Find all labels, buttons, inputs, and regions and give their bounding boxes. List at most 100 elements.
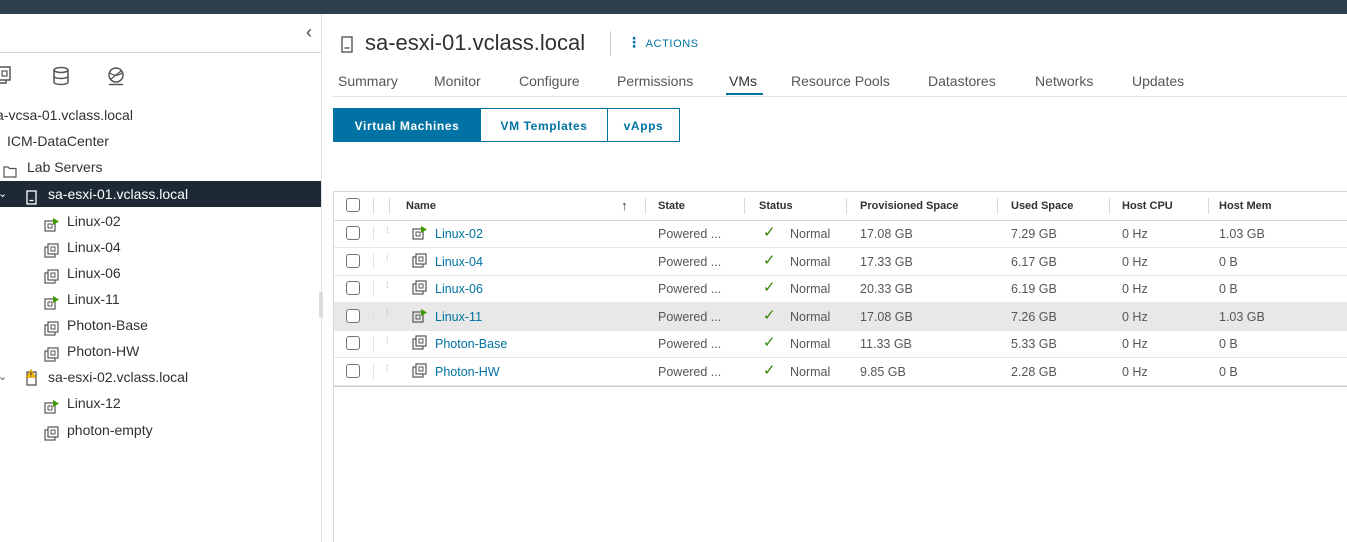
tree-item-vm[interactable]: Linux-02	[0, 208, 321, 234]
tree-item-sa-esxi-01[interactable]: ⌄ sa-esxi-01.vclass.local	[0, 181, 321, 207]
vm-provisioned-space: 20.33 GB	[860, 282, 913, 296]
tab-configure[interactable]: Configure	[519, 70, 580, 92]
tree-item-vm[interactable]: Linux-11	[0, 286, 321, 312]
tab-updates[interactable]: Updates	[1132, 70, 1184, 92]
vm-state: Powered ...	[658, 365, 722, 379]
tab-datastores[interactable]: Datastores	[928, 70, 996, 92]
drag-handle-icon[interactable]: ⁞	[386, 363, 388, 373]
sort-ascending-icon[interactable]: ↑	[621, 198, 628, 213]
column-separator	[373, 254, 374, 269]
tab-vms[interactable]: VMs	[729, 70, 757, 92]
tree-item-label: photon-empty	[67, 422, 153, 438]
vm-status: Normal	[790, 365, 831, 379]
tree-item-label: Lab Servers	[27, 159, 103, 175]
row-checkbox[interactable]	[346, 226, 360, 240]
column-separator	[373, 309, 374, 324]
drag-handle-icon[interactable]: ⁞	[386, 225, 388, 235]
chevron-down-icon[interactable]: ⌄	[0, 364, 7, 390]
row-checkbox[interactable]	[346, 309, 360, 323]
tab-summary[interactable]: Summary	[338, 70, 398, 92]
segment-virtual-machines[interactable]: Virtual Machines	[333, 108, 481, 142]
vm-name-link[interactable]: Photon-Base	[435, 337, 507, 351]
vm-used-space: 6.19 GB	[1011, 282, 1057, 296]
tree-item-vcenter[interactable]: a-vcsa-01.vclass.local	[0, 102, 321, 128]
vm-host-cpu: 0 Hz	[1122, 227, 1148, 241]
tab-resource-pools[interactable]: Resource Pools	[791, 70, 890, 92]
tree-item-vm[interactable]: Linux-06	[0, 260, 321, 286]
table-row[interactable]: ⁞ Linux-04 Powered ... ✓ Normal 17.33 GB…	[334, 248, 1347, 276]
tree-item-label: sa-esxi-01.vclass.local	[48, 186, 189, 202]
grid-header: Name ↑ State Status Provisioned Space Us…	[334, 192, 1347, 221]
column-resizer[interactable]	[846, 198, 847, 214]
table-row[interactable]: ⁞ Linux-11 Powered ... ✓ Normal 17.08 GB…	[334, 303, 1347, 331]
collapse-navigator-icon[interactable]: ‹	[306, 22, 312, 42]
column-resizer[interactable]	[1109, 198, 1110, 214]
row-checkbox[interactable]	[346, 336, 360, 350]
vm-name-link[interactable]: Linux-04	[435, 255, 483, 269]
vm-used-space: 6.17 GB	[1011, 255, 1057, 269]
drag-handle-icon[interactable]: ⁞	[386, 308, 388, 318]
tree-item-sa-esxi-02[interactable]: ⌄ sa-esxi-02.vclass.local	[0, 364, 321, 390]
column-header-name[interactable]: Name	[406, 200, 436, 212]
column-resizer[interactable]	[1208, 198, 1209, 214]
vm-state: Powered ...	[658, 227, 722, 241]
row-checkbox[interactable]	[346, 281, 360, 295]
segment-vm-templates[interactable]: VM Templates	[480, 108, 608, 142]
row-checkbox[interactable]	[346, 254, 360, 268]
host-icon	[341, 36, 353, 56]
segment-vapps[interactable]: vApps	[607, 108, 680, 142]
vm-name-link[interactable]: Photon-HW	[435, 365, 500, 379]
vms-and-templates-icon[interactable]	[0, 66, 12, 89]
vm-status: Normal	[790, 255, 831, 269]
vm-host-cpu: 0 Hz	[1122, 310, 1148, 324]
vm-state: Powered ...	[658, 310, 722, 324]
vm-running-icon	[412, 308, 428, 326]
tree-item-vm[interactable]: photon-empty	[0, 417, 321, 443]
navigator-divider	[321, 14, 322, 542]
column-header-status[interactable]: Status	[759, 200, 793, 212]
column-header-state[interactable]: State	[658, 200, 685, 212]
column-header-provisioned-space[interactable]: Provisioned Space	[860, 200, 958, 212]
row-checkbox[interactable]	[346, 364, 360, 378]
storage-icon[interactable]	[52, 66, 70, 89]
select-all-checkbox[interactable]	[346, 198, 360, 212]
tab-networks[interactable]: Networks	[1035, 70, 1093, 92]
vm-provisioned-space: 17.33 GB	[860, 255, 913, 269]
column-header-used-space[interactable]: Used Space	[1011, 200, 1073, 212]
table-row[interactable]: ⁞ Linux-02 Powered ... ✓ Normal 17.08 GB…	[334, 220, 1347, 248]
drag-handle-icon[interactable]: ⁞	[386, 253, 388, 263]
column-header-host-cpu[interactable]: Host CPU	[1122, 200, 1173, 212]
actions-menu-button[interactable]: ⋮ ACTIONS	[627, 33, 699, 53]
drag-handle-icon[interactable]: ⁞	[386, 335, 388, 345]
column-header-host-mem[interactable]: Host Mem	[1219, 200, 1272, 212]
status-ok-icon: ✓	[763, 224, 776, 241]
column-separator	[389, 198, 390, 214]
tree-item-vm[interactable]: Linux-12	[0, 390, 321, 416]
table-row[interactable]: ⁞ Photon-HW Powered ... ✓ Normal 9.85 GB…	[334, 358, 1347, 386]
networking-icon[interactable]	[106, 66, 126, 89]
vm-icon	[412, 280, 428, 298]
chevron-down-icon[interactable]: ⌄	[0, 181, 7, 207]
table-row[interactable]: ⁞ Linux-06 Powered ... ✓ Normal 20.33 GB…	[334, 275, 1347, 303]
tab-monitor[interactable]: Monitor	[434, 70, 481, 92]
tree-item-label: Linux-04	[67, 239, 121, 255]
vm-state: Powered ...	[658, 282, 722, 296]
tree-item-vm[interactable]: Photon-Base	[0, 312, 321, 338]
vm-name-link[interactable]: Linux-11	[435, 310, 482, 324]
tree-item-vm[interactable]: Photon-HW	[0, 338, 321, 364]
tab-permissions[interactable]: Permissions	[617, 70, 693, 92]
tree-item-vm[interactable]: Linux-04	[0, 234, 321, 260]
drag-handle-icon[interactable]: ⁞	[386, 280, 388, 290]
tree-item-datacenter[interactable]: ICM-DataCenter	[0, 128, 321, 154]
vm-name-link[interactable]: Linux-06	[435, 282, 483, 296]
table-row[interactable]: ⁞ Photon-Base Powered ... ✓ Normal 11.33…	[334, 330, 1347, 358]
vm-status: Normal	[790, 282, 831, 296]
vm-icon	[412, 253, 428, 271]
navigator-view-icons	[0, 66, 174, 94]
column-resizer[interactable]	[645, 198, 646, 214]
column-resizer[interactable]	[997, 198, 998, 214]
column-resizer[interactable]	[744, 198, 745, 214]
top-header-bar	[0, 0, 1347, 14]
tree-item-lab-servers[interactable]: Lab Servers	[0, 154, 321, 180]
vm-name-link[interactable]: Linux-02	[435, 227, 483, 241]
